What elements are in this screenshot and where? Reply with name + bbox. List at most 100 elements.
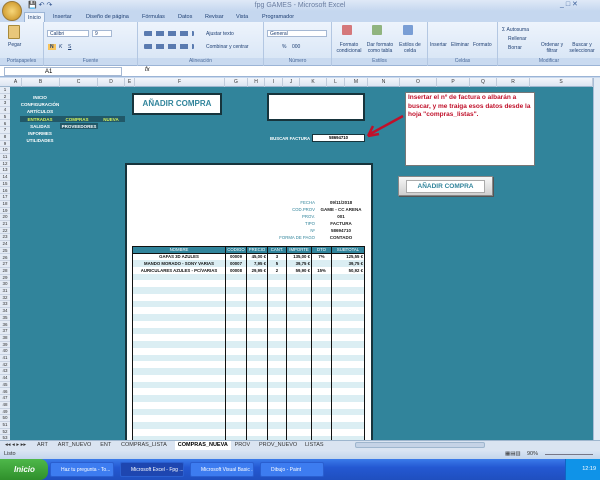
row-header[interactable]: 2 xyxy=(0,94,10,101)
table-cell[interactable] xyxy=(311,287,332,294)
table-cell[interactable] xyxy=(225,320,247,328)
table-cell[interactable] xyxy=(267,415,287,422)
row-header[interactable]: 46 xyxy=(0,389,10,396)
table-cell[interactable]: 59,90 € xyxy=(286,266,312,274)
table-cell[interactable] xyxy=(267,368,287,375)
table-cell[interactable] xyxy=(311,422,332,429)
table-cell[interactable] xyxy=(311,347,332,355)
column-header[interactable]: P xyxy=(437,78,470,87)
table-cell[interactable] xyxy=(311,327,332,335)
table-cell[interactable] xyxy=(225,300,247,308)
row-header[interactable]: 33 xyxy=(0,301,10,309)
font-name-select[interactable]: Calibri xyxy=(47,30,89,37)
sheet-tab[interactable]: ART_NUEVO xyxy=(55,441,95,450)
bold-button[interactable]: N xyxy=(48,44,56,50)
merge-center-button[interactable]: Combinar y centrar xyxy=(206,44,249,50)
table-cell[interactable] xyxy=(267,347,287,355)
table-cell[interactable] xyxy=(331,395,365,402)
table-cell[interactable] xyxy=(132,374,226,382)
table-cell[interactable] xyxy=(311,334,332,341)
table-cell[interactable] xyxy=(267,401,287,409)
table-cell[interactable] xyxy=(267,361,287,368)
row-header[interactable]: 5 xyxy=(0,114,10,121)
table-cell[interactable] xyxy=(132,368,226,375)
table-cell[interactable] xyxy=(311,381,332,389)
table-cell[interactable] xyxy=(286,293,312,301)
table-cell[interactable] xyxy=(331,280,365,287)
table-cell[interactable] xyxy=(132,415,226,422)
table-cell[interactable] xyxy=(246,415,268,422)
office-button[interactable] xyxy=(2,1,22,21)
table-cell[interactable] xyxy=(246,408,268,416)
column-header[interactable]: J xyxy=(283,78,300,87)
taskbar-item[interactable]: Haz tu pregunta - To... xyxy=(50,462,114,477)
table-cell[interactable] xyxy=(286,361,312,368)
tab-inicio[interactable]: Inicio xyxy=(24,12,45,22)
table-cell[interactable] xyxy=(331,401,365,409)
row-header[interactable]: 17 xyxy=(0,194,10,201)
table-cell[interactable] xyxy=(225,401,247,409)
table-cell[interactable] xyxy=(331,300,365,308)
insert-cells-button[interactable]: Insertar xyxy=(430,42,447,48)
table-cell[interactable] xyxy=(286,422,312,429)
column-header[interactable]: A xyxy=(10,78,22,87)
row-header[interactable]: 50 xyxy=(0,415,10,422)
table-cell[interactable] xyxy=(246,300,268,308)
sheet-tab[interactable]: LISTAS xyxy=(302,441,327,450)
menu-articulos[interactable]: ARTÍCULOS xyxy=(25,109,55,114)
row-header[interactable]: 40 xyxy=(0,348,10,355)
sheet-tab[interactable]: PROV_NUEVO xyxy=(256,441,300,450)
table-cell[interactable] xyxy=(267,334,287,341)
table-cell[interactable] xyxy=(225,341,247,348)
row-header[interactable]: 1 xyxy=(0,87,10,94)
table-cell[interactable] xyxy=(311,388,332,395)
table-cell[interactable] xyxy=(246,395,268,402)
table-cell[interactable] xyxy=(246,314,268,321)
table-cell[interactable] xyxy=(267,314,287,321)
table-cell[interactable] xyxy=(246,273,268,281)
table-cell[interactable]: 135,00 € xyxy=(286,253,312,260)
row-header[interactable]: 13 xyxy=(0,167,10,175)
table-cell[interactable] xyxy=(331,307,365,314)
tab-vista[interactable]: Vista xyxy=(233,12,251,22)
row-header[interactable]: 52 xyxy=(0,429,10,436)
menu-utilidades[interactable]: UTILIDADES xyxy=(25,138,55,143)
table-cell[interactable] xyxy=(225,368,247,375)
table-cell[interactable] xyxy=(331,368,365,375)
table-cell[interactable]: 3 xyxy=(267,253,287,260)
align-icons[interactable] xyxy=(144,31,194,36)
table-cell[interactable] xyxy=(331,422,365,429)
row-header[interactable]: 7 xyxy=(0,127,10,134)
row-header[interactable]: 48 xyxy=(0,402,10,409)
table-cell[interactable] xyxy=(132,388,226,395)
table-cell[interactable]: 2 xyxy=(267,266,287,274)
row-header[interactable]: 18 xyxy=(0,201,10,208)
row-header[interactable]: 25 xyxy=(0,248,10,255)
menu-inicio[interactable]: INICIO xyxy=(30,95,50,100)
vertical-scrollbar[interactable] xyxy=(593,78,600,440)
column-header[interactable]: C xyxy=(60,78,98,87)
table-cell[interactable] xyxy=(132,334,226,341)
table-cell[interactable] xyxy=(132,381,226,389)
column-header[interactable]: N xyxy=(368,78,400,87)
table-cell[interactable] xyxy=(286,408,312,416)
table-cell[interactable] xyxy=(132,401,226,409)
table-cell[interactable] xyxy=(267,341,287,348)
table-cell[interactable] xyxy=(286,341,312,348)
column-header[interactable]: K xyxy=(300,78,327,87)
table-cell[interactable] xyxy=(225,374,247,382)
table-cell[interactable] xyxy=(246,307,268,314)
row-header[interactable]: 24 xyxy=(0,241,10,248)
table-cell[interactable] xyxy=(311,280,332,287)
column-header[interactable]: O xyxy=(400,78,437,87)
add-purchase-button[interactable]: AÑADIR COMPRA xyxy=(398,176,493,196)
taskbar-item[interactable]: Microsoft Excel - Fpg ... xyxy=(120,462,184,477)
column-header[interactable]: H xyxy=(248,78,265,87)
table-cell[interactable] xyxy=(286,401,312,409)
conditional-format-icon[interactable] xyxy=(342,25,352,35)
table-cell[interactable] xyxy=(286,280,312,287)
row-header[interactable]: 41 xyxy=(0,355,10,362)
tab-diseno[interactable]: Diseño de página xyxy=(83,12,132,22)
table-cell[interactable] xyxy=(246,280,268,287)
row-header[interactable]: 9 xyxy=(0,141,10,148)
